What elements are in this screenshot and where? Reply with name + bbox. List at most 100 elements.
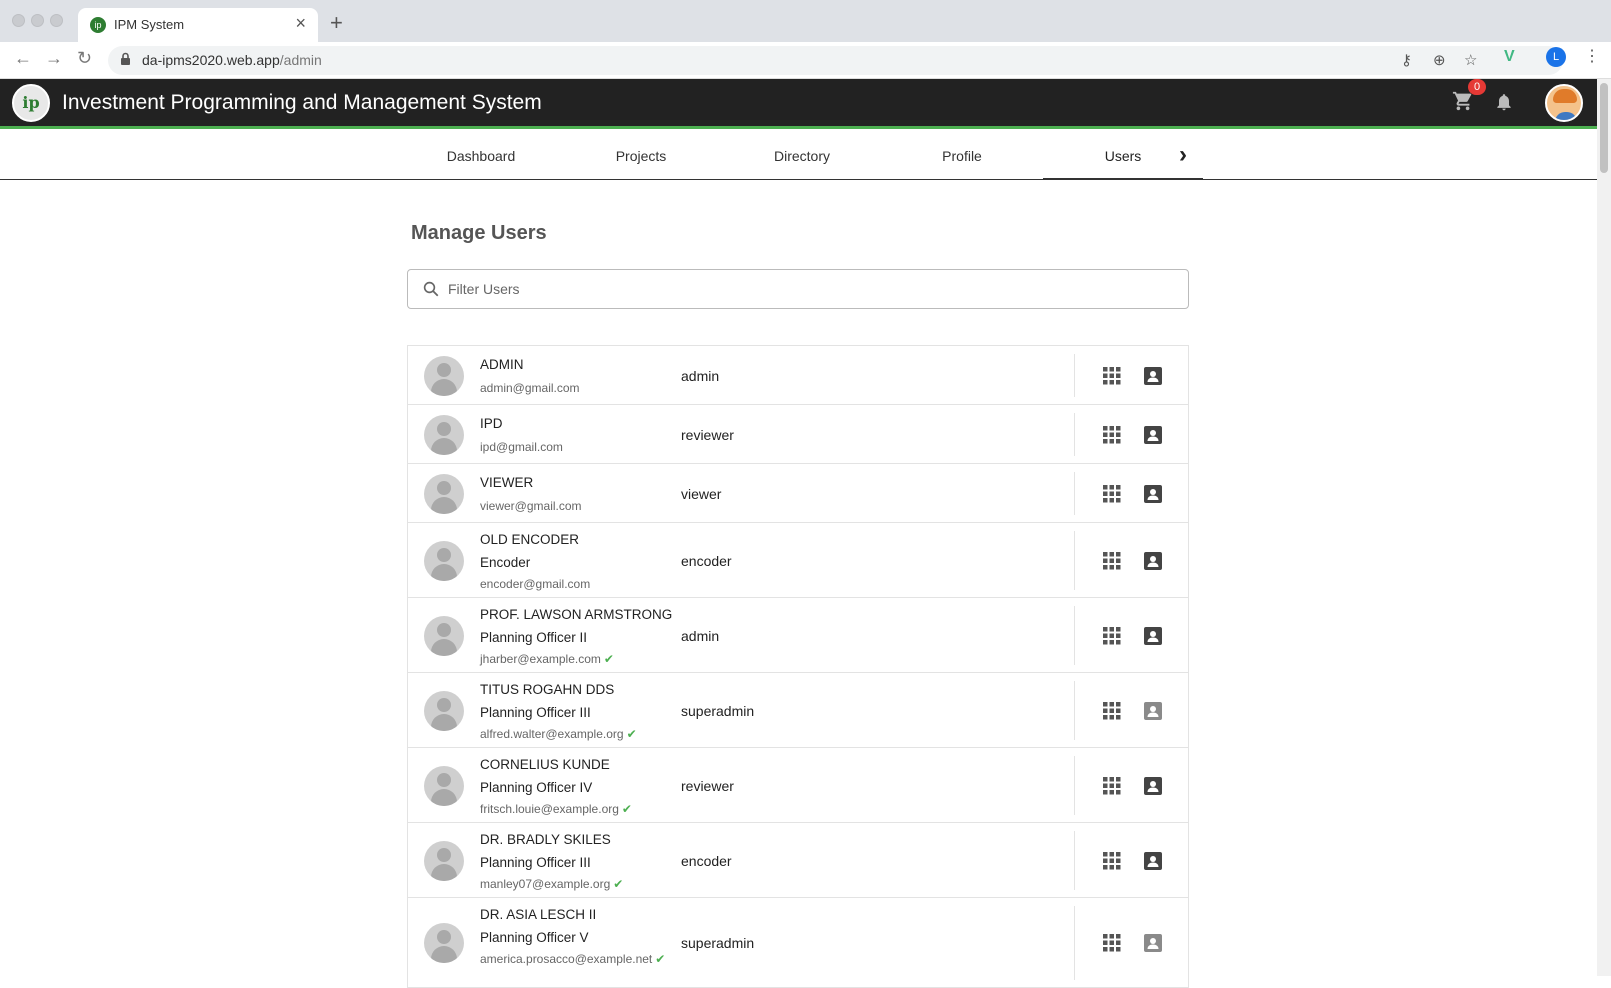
app-title: Investment Programming and Management Sy… (62, 91, 542, 114)
user-position: Encoder (480, 555, 531, 570)
address-bar[interactable]: da-ipms2020.web.app/admin ⚷ ⊕ ☆ (108, 46, 1563, 75)
reload-icon[interactable]: ↻ (77, 48, 92, 69)
user-row[interactable]: PROF. LAWSON ARMSTRONG Planning Officer … (408, 598, 1188, 673)
apps-grid-icon[interactable] (1103, 702, 1121, 720)
user-role: encoder (681, 553, 732, 569)
user-avatar-placeholder (424, 541, 464, 581)
verified-check-icon: ✔ (655, 952, 666, 966)
verified-check-icon: ✔ (613, 877, 624, 891)
contact-badge-icon[interactable] (1144, 702, 1162, 720)
browser-tab[interactable]: ip IPM System × (78, 8, 318, 42)
contact-badge-icon[interactable] (1144, 426, 1162, 444)
user-email: fritsch.louie@example.org ✔ (480, 801, 632, 817)
user-email: encoder@gmail.com (480, 576, 590, 592)
verified-check-icon: ✔ (603, 652, 614, 666)
user-row[interactable]: IPD ipd@gmail.com reviewer (408, 405, 1188, 464)
apps-grid-icon[interactable] (1103, 627, 1121, 645)
tab-title: IPM System (114, 17, 185, 32)
window-zoom-button[interactable] (50, 14, 63, 27)
user-avatar[interactable] (1545, 84, 1583, 122)
back-icon[interactable]: ← (14, 48, 32, 69)
tab-profile[interactable]: Profile (882, 132, 1042, 180)
apps-grid-icon[interactable] (1103, 552, 1121, 570)
user-row[interactable]: DR. ASIA LESCH II Planning Officer V ame… (408, 898, 1188, 988)
contact-badge-icon[interactable] (1144, 485, 1162, 503)
key-icon[interactable]: ⚷ (1401, 51, 1412, 69)
user-info: VIEWER viewer@gmail.com (480, 474, 582, 514)
new-tab-icon[interactable]: + (330, 10, 343, 36)
window-minimize-button[interactable] (31, 14, 44, 27)
apps-grid-icon[interactable] (1103, 852, 1121, 870)
page-scrollbar[interactable] (1597, 79, 1611, 976)
user-email-text: ipd@gmail.com (480, 440, 563, 454)
verified-check-icon: ✔ (626, 727, 637, 741)
user-email-text: encoder@gmail.com (480, 577, 591, 591)
vue-extension-icon[interactable]: V (1504, 48, 1515, 66)
forward-icon[interactable]: → (45, 48, 63, 69)
browser-tabstrip: ip IPM System × + (0, 0, 1611, 42)
user-info: DR. ASIA LESCH II Planning Officer V ame… (480, 906, 665, 967)
row-divider (1074, 756, 1075, 815)
contact-badge-icon[interactable] (1144, 552, 1162, 570)
verified-check-icon: ✔ (621, 802, 632, 816)
user-email-text: america.prosacco@example.net (480, 952, 653, 966)
contact-badge-icon[interactable] (1144, 367, 1162, 385)
url-text: da-ipms2020.web.app/admin (142, 52, 322, 68)
scrollbar-thumb[interactable] (1600, 83, 1608, 173)
user-row[interactable]: VIEWER viewer@gmail.com viewer (408, 464, 1188, 523)
user-row[interactable]: TITUS ROGAHN DDS Planning Officer III al… (408, 673, 1188, 748)
row-divider (1074, 354, 1075, 397)
filter-users-input[interactable] (448, 278, 1168, 300)
user-email: jharber@example.com ✔ (480, 651, 672, 667)
row-divider (1074, 472, 1075, 515)
apps-grid-icon[interactable] (1103, 777, 1121, 795)
user-position: Planning Officer IV (480, 780, 593, 795)
user-row[interactable]: OLD ENCODER Encoder encoder@gmail.com en… (408, 523, 1188, 598)
user-name: DR. BRADLY SKILES (480, 832, 611, 847)
contact-badge-icon[interactable] (1144, 777, 1162, 795)
browser-profile-avatar[interactable]: L (1546, 47, 1566, 67)
user-email: admin@gmail.com (480, 380, 580, 396)
tab-dashboard[interactable]: Dashboard (401, 132, 561, 180)
search-icon (423, 281, 439, 297)
browser-toolbar: ← → ↻ da-ipms2020.web.app/admin ⚷ ⊕ ☆ V … (0, 42, 1611, 79)
notification-bell-icon[interactable] (1494, 91, 1514, 119)
user-row[interactable]: CORNELIUS KUNDE Planning Officer IV frit… (408, 748, 1188, 823)
user-email: ipd@gmail.com (480, 439, 563, 455)
page-title: Manage Users (411, 222, 547, 244)
contact-badge-icon[interactable] (1144, 627, 1162, 645)
user-info: PROF. LAWSON ARMSTRONG Planning Officer … (480, 606, 672, 667)
user-role: reviewer (681, 778, 734, 794)
favicon-icon: ip (90, 17, 106, 33)
row-divider (1074, 531, 1075, 590)
close-icon[interactable]: × (295, 13, 306, 34)
more-vert-icon[interactable]: ⋮ (1584, 46, 1600, 66)
user-role: admin (681, 628, 720, 644)
window-close-button[interactable] (12, 14, 25, 27)
app-header: ip Investment Programming and Management… (0, 79, 1597, 129)
chevron-right-icon[interactable]: › (1168, 132, 1198, 180)
tab-directory[interactable]: Directory (722, 132, 882, 180)
apps-grid-icon[interactable] (1103, 485, 1121, 503)
app-logo[interactable]: ip (12, 84, 50, 122)
tab-projects[interactable]: Projects (561, 132, 721, 180)
user-email-text: admin@gmail.com (480, 381, 580, 395)
row-divider (1074, 413, 1075, 456)
user-name: OLD ENCODER (480, 532, 580, 547)
cart-icon[interactable] (1452, 90, 1474, 118)
apps-grid-icon[interactable] (1103, 426, 1121, 444)
user-row[interactable]: DR. BRADLY SKILES Planning Officer III m… (408, 823, 1188, 898)
user-row[interactable]: ADMIN admin@gmail.com admin (408, 346, 1188, 405)
add-circle-icon[interactable]: ⊕ (1433, 51, 1446, 69)
bookmark-star-icon[interactable]: ☆ (1464, 51, 1477, 69)
user-role: superadmin (681, 703, 755, 719)
user-avatar-placeholder (424, 474, 464, 514)
user-avatar-placeholder (424, 356, 464, 396)
row-divider (1074, 906, 1075, 980)
user-avatar-placeholder (424, 415, 464, 455)
contact-badge-icon[interactable] (1144, 934, 1162, 952)
user-email-text: alfred.walter@example.org (480, 727, 624, 741)
apps-grid-icon[interactable] (1103, 934, 1121, 952)
apps-grid-icon[interactable] (1103, 367, 1121, 385)
contact-badge-icon[interactable] (1144, 852, 1162, 870)
